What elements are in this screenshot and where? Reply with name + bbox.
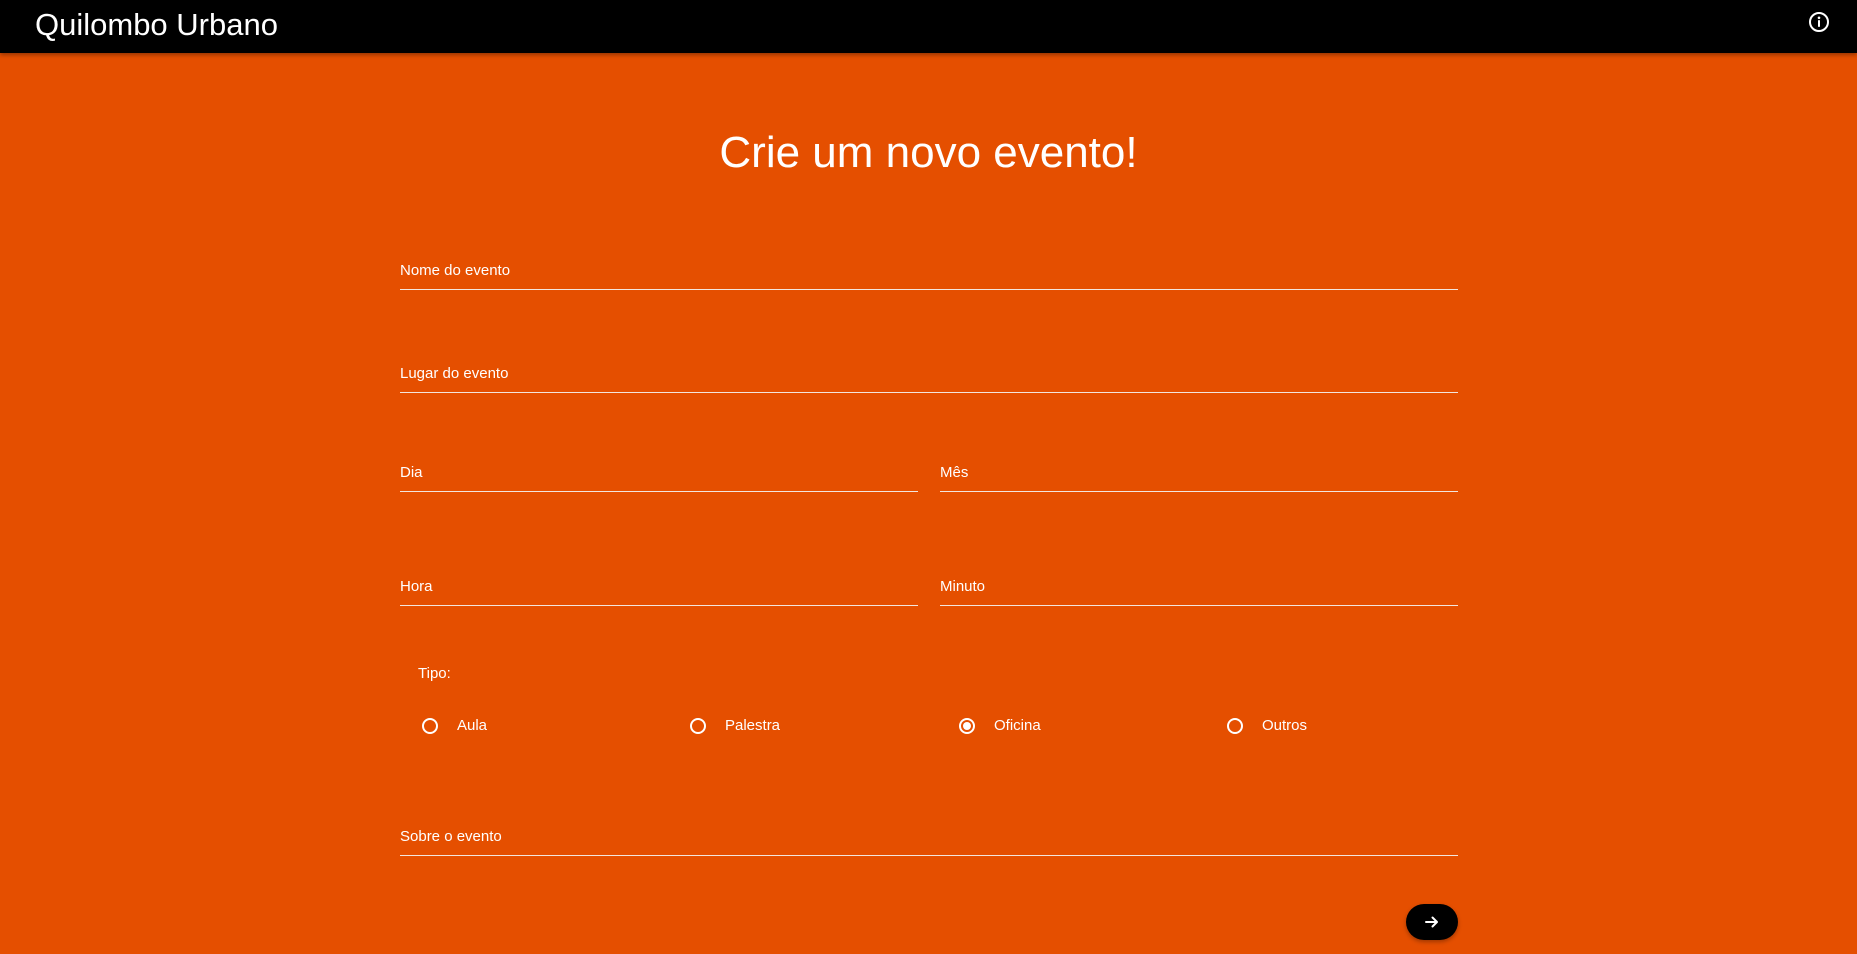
about-event-label: Sobre o evento — [400, 828, 502, 845]
page-title: Crie um novo evento! — [719, 128, 1138, 177]
radio-outros[interactable]: Outros — [1227, 717, 1307, 734]
radio-label-oficina: Oficina — [994, 717, 1041, 734]
radio-aula[interactable]: Aula — [422, 717, 487, 734]
day-label: Dia — [400, 464, 423, 481]
event-name-field[interactable]: Nome do evento — [400, 256, 1458, 290]
about-event-field[interactable]: Sobre o evento — [400, 822, 1458, 856]
app-title: Quilombo Urbano — [35, 7, 278, 42]
radio-oficina[interactable]: Oficina — [959, 717, 1041, 734]
radio-palestra[interactable]: Palestra — [690, 717, 780, 734]
submit-button[interactable] — [1406, 904, 1458, 940]
radio-circle — [422, 717, 438, 734]
event-name-label: Nome do evento — [400, 262, 511, 279]
top-app-bar: Quilombo Urbano — [0, 0, 1857, 53]
month-label: Mês — [940, 464, 969, 481]
minute-label: Minuto — [940, 578, 986, 595]
minute-field[interactable]: Minuto — [940, 572, 1458, 606]
radio-circle — [690, 717, 706, 734]
event-place-label: Lugar do evento — [400, 365, 509, 382]
info-button[interactable] — [1808, 11, 1830, 33]
radio-circle-checked — [959, 717, 975, 734]
info-icon — [1809, 12, 1829, 32]
hour-field[interactable]: Hora — [400, 572, 918, 606]
radio-label-palestra: Palestra — [725, 717, 781, 734]
type-label: Tipo: — [418, 665, 451, 682]
day-field[interactable]: Dia — [400, 458, 918, 492]
radio-label-outros: Outros — [1262, 717, 1308, 734]
event-place-field[interactable]: Lugar do evento — [400, 359, 1458, 393]
month-field[interactable]: Mês — [940, 458, 1458, 492]
arrow-right-icon — [1425, 916, 1438, 928]
hour-label: Hora — [400, 578, 433, 595]
radio-circle — [1227, 717, 1243, 734]
radio-label-aula: Aula — [457, 717, 488, 734]
